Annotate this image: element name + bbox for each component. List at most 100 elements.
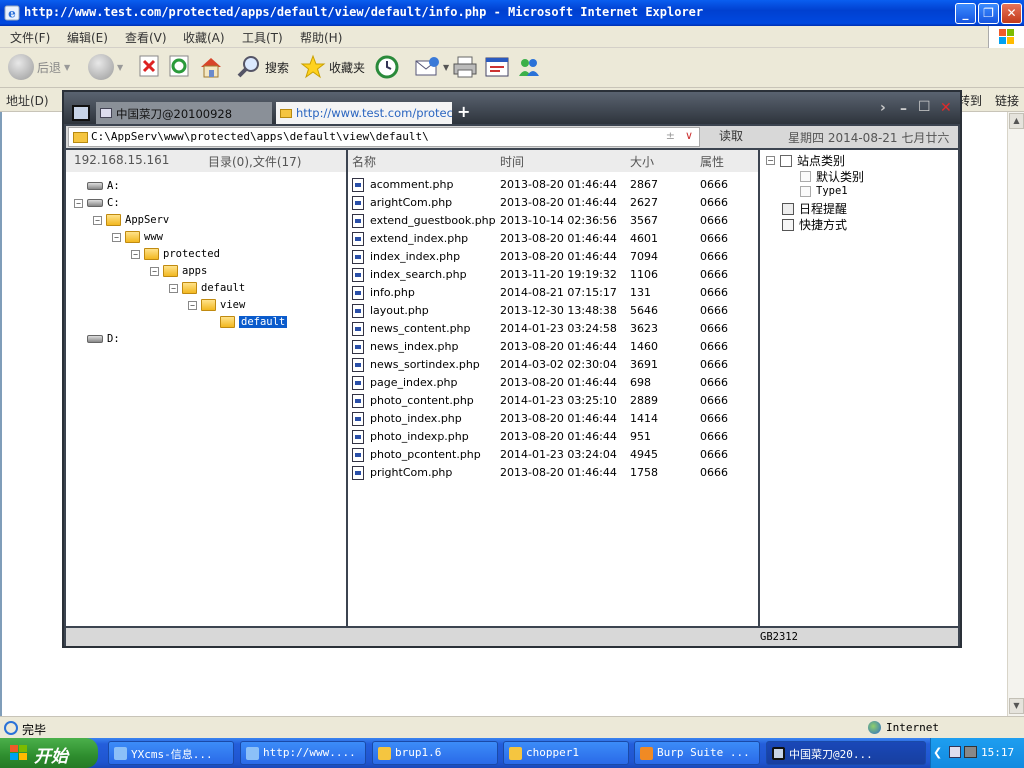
file-row[interactable]: arightCom.php 2013-08-20 01:46:44 2627 0666 (348, 194, 758, 212)
shortcuts-node[interactable]: 快捷方式 (782, 216, 847, 233)
tree-node[interactable]: − www (112, 229, 163, 245)
edit-button[interactable] (484, 54, 510, 80)
home-button[interactable] (198, 54, 224, 80)
back-button[interactable]: 后退 ▼ (8, 54, 70, 80)
start-label: 开始 (34, 747, 68, 767)
file-row[interactable]: news_index.php 2013-08-20 01:46:44 1460 066… (348, 338, 758, 356)
tree-node[interactable]: − AppServ (93, 212, 169, 228)
php-file-icon (352, 394, 364, 408)
encoding-label[interactable]: GB2312 (760, 631, 798, 643)
file-row[interactable]: extend_index.php 2013-08-20 01:46:44 4601 0… (348, 230, 758, 248)
task-yxcms[interactable]: YXcms-信息... (108, 741, 234, 765)
task-brup[interactable]: brup1.6 (372, 741, 498, 765)
tree-node[interactable]: − default (169, 280, 245, 296)
minimize-icon[interactable]: – (900, 101, 907, 117)
collapse-icon[interactable]: − (188, 300, 197, 310)
tree-node[interactable]: − apps (150, 263, 207, 279)
restore-button[interactable]: ❐ (978, 3, 999, 24)
file-time: 2014-01-23 03:25:10 (500, 394, 617, 407)
column-size[interactable]: 大小 (630, 153, 654, 170)
minimize-button[interactable]: _ (955, 3, 976, 24)
default-category-node[interactable]: 默认类别 (800, 168, 864, 185)
tray-vm-icon[interactable] (964, 746, 977, 758)
menu-edit[interactable]: 编辑(E) (67, 29, 108, 46)
file-row[interactable]: news_sortindex.php 2014-03-02 02:30:04 369… (348, 356, 758, 374)
date-display: 星期四 2014-08-21 七月廿六 (788, 131, 950, 145)
collapse-icon[interactable]: − (169, 283, 178, 293)
file-row[interactable]: index_index.php 2013-08-20 01:46:44 7094 06… (348, 248, 758, 266)
refresh-button[interactable] (168, 54, 190, 78)
window-title: http://www.test.com/protected/apps/defau… (24, 5, 704, 19)
file-row[interactable]: photo_pcontent.php 2014-01-23 03:24:04 494… (348, 446, 758, 464)
menu-tools[interactable]: 工具(T) (242, 29, 283, 46)
links-button[interactable]: 链接 (995, 92, 1019, 109)
file-row[interactable]: prightCom.php 2013-08-20 01:46:44 1758 0666 (348, 464, 758, 482)
collapse-icon[interactable]: − (93, 215, 102, 225)
column-attr[interactable]: 属性 (700, 153, 724, 170)
plus-minus-icon[interactable]: ± (666, 129, 675, 142)
file-row[interactable]: page_index.php 2013-08-20 01:46:44 698 0666 (348, 374, 758, 392)
collapse-icon[interactable]: − (131, 249, 140, 259)
tray-network-icon[interactable] (949, 746, 961, 758)
column-time[interactable]: 时间 (500, 153, 524, 170)
task-chopper-active[interactable]: 中国菜刀@20... (766, 741, 926, 765)
menu-view[interactable]: 查看(V) (125, 29, 167, 46)
path-input[interactable]: C:\AppServ\www\protected\apps\default\vi… (68, 127, 700, 147)
file-row[interactable]: photo_index.php 2013-08-20 01:46:44 1414 06… (348, 410, 758, 428)
toolbar: 后退 ▼ ▼ 搜索 收藏夹 ▼ (0, 48, 1024, 88)
forward-button[interactable]: ▼ (88, 54, 123, 80)
tab-shell[interactable]: http://www.test.com/protecte... (276, 102, 452, 124)
new-tab-button[interactable]: + (457, 102, 470, 121)
tree-node[interactable]: A: (74, 178, 120, 194)
scroll-up-arrow-icon[interactable]: ▲ (1009, 113, 1024, 129)
tray-expand-icon[interactable]: ❮ (933, 746, 942, 759)
app-menu-icon[interactable] (72, 105, 90, 121)
file-row[interactable]: news_content.php 2014-01-23 03:24:58 3623 0… (348, 320, 758, 338)
menu-file[interactable]: 文件(F) (10, 29, 50, 46)
task-burp[interactable]: Burp Suite ... (634, 741, 760, 765)
file-row[interactable]: info.php 2014-08-21 07:15:17 131 0666 (348, 284, 758, 302)
read-button[interactable]: 读取 (706, 127, 756, 147)
collapse-icon[interactable]: − (112, 232, 121, 242)
tree-node[interactable]: default (207, 314, 288, 330)
start-button[interactable]: 开始 (0, 738, 98, 768)
schedule-node[interactable]: 日程提醒 (782, 200, 847, 217)
messenger-button[interactable] (516, 54, 542, 80)
tree-node[interactable]: − view (188, 297, 245, 313)
collapse-icon[interactable]: − (766, 156, 775, 165)
vertical-scrollbar[interactable]: ▲ ▼ (1007, 112, 1024, 716)
file-row[interactable]: extend_guestbook.php 2013-10-14 02:36:56 3… (348, 212, 758, 230)
task-ie[interactable]: http://www.... (240, 741, 366, 765)
burp-icon (640, 747, 653, 760)
maximize-icon[interactable]: ☐ (918, 99, 931, 115)
favorites-button[interactable]: 收藏夹 (300, 54, 365, 80)
tree-node[interactable]: − protected (131, 246, 220, 262)
file-row[interactable]: index_search.php 2013-11-20 19:19:32 1106 0… (348, 266, 758, 284)
tree-node[interactable]: D: (74, 331, 120, 347)
chevron-down-icon[interactable]: ∨ (685, 129, 693, 142)
chevron-right-icon[interactable]: › (880, 100, 886, 116)
close-icon[interactable]: ✕ (940, 100, 952, 116)
collapse-icon[interactable]: − (150, 266, 159, 276)
menu-help[interactable]: 帮助(H) (300, 29, 342, 46)
tab-chopper[interactable]: 中国菜刀@20100928 (96, 102, 272, 124)
dir-file-count: 目录(0),文件(17) (208, 155, 302, 169)
print-button[interactable] (452, 54, 478, 80)
collapse-icon[interactable]: − (74, 198, 83, 208)
scroll-down-arrow-icon[interactable]: ▼ (1009, 698, 1024, 714)
menu-favorites[interactable]: 收藏(A) (183, 29, 225, 46)
stop-button[interactable] (138, 54, 160, 78)
file-row[interactable]: photo_indexp.php 2013-08-20 01:46:44 951 06… (348, 428, 758, 446)
file-row[interactable]: layout.php 2013-12-30 13:48:38 5646 0666 (348, 302, 758, 320)
close-button[interactable]: ✕ (1001, 3, 1022, 24)
file-row[interactable]: photo_content.php 2014-01-23 03:25:10 2889… (348, 392, 758, 410)
site-category-node[interactable]: − 站点类别 (766, 152, 845, 169)
column-name[interactable]: 名称 (352, 153, 376, 170)
mail-button[interactable]: ▼ (414, 54, 449, 80)
file-row[interactable]: acomment.php 2013-08-20 01:46:44 2867 0666 (348, 176, 758, 194)
tree-node[interactable]: − C: (74, 195, 120, 211)
search-button[interactable]: 搜索 (236, 54, 289, 80)
task-chopper1[interactable]: chopper1 (503, 741, 629, 765)
history-button[interactable] (374, 54, 400, 80)
type1-node[interactable]: Type1 (800, 185, 848, 197)
